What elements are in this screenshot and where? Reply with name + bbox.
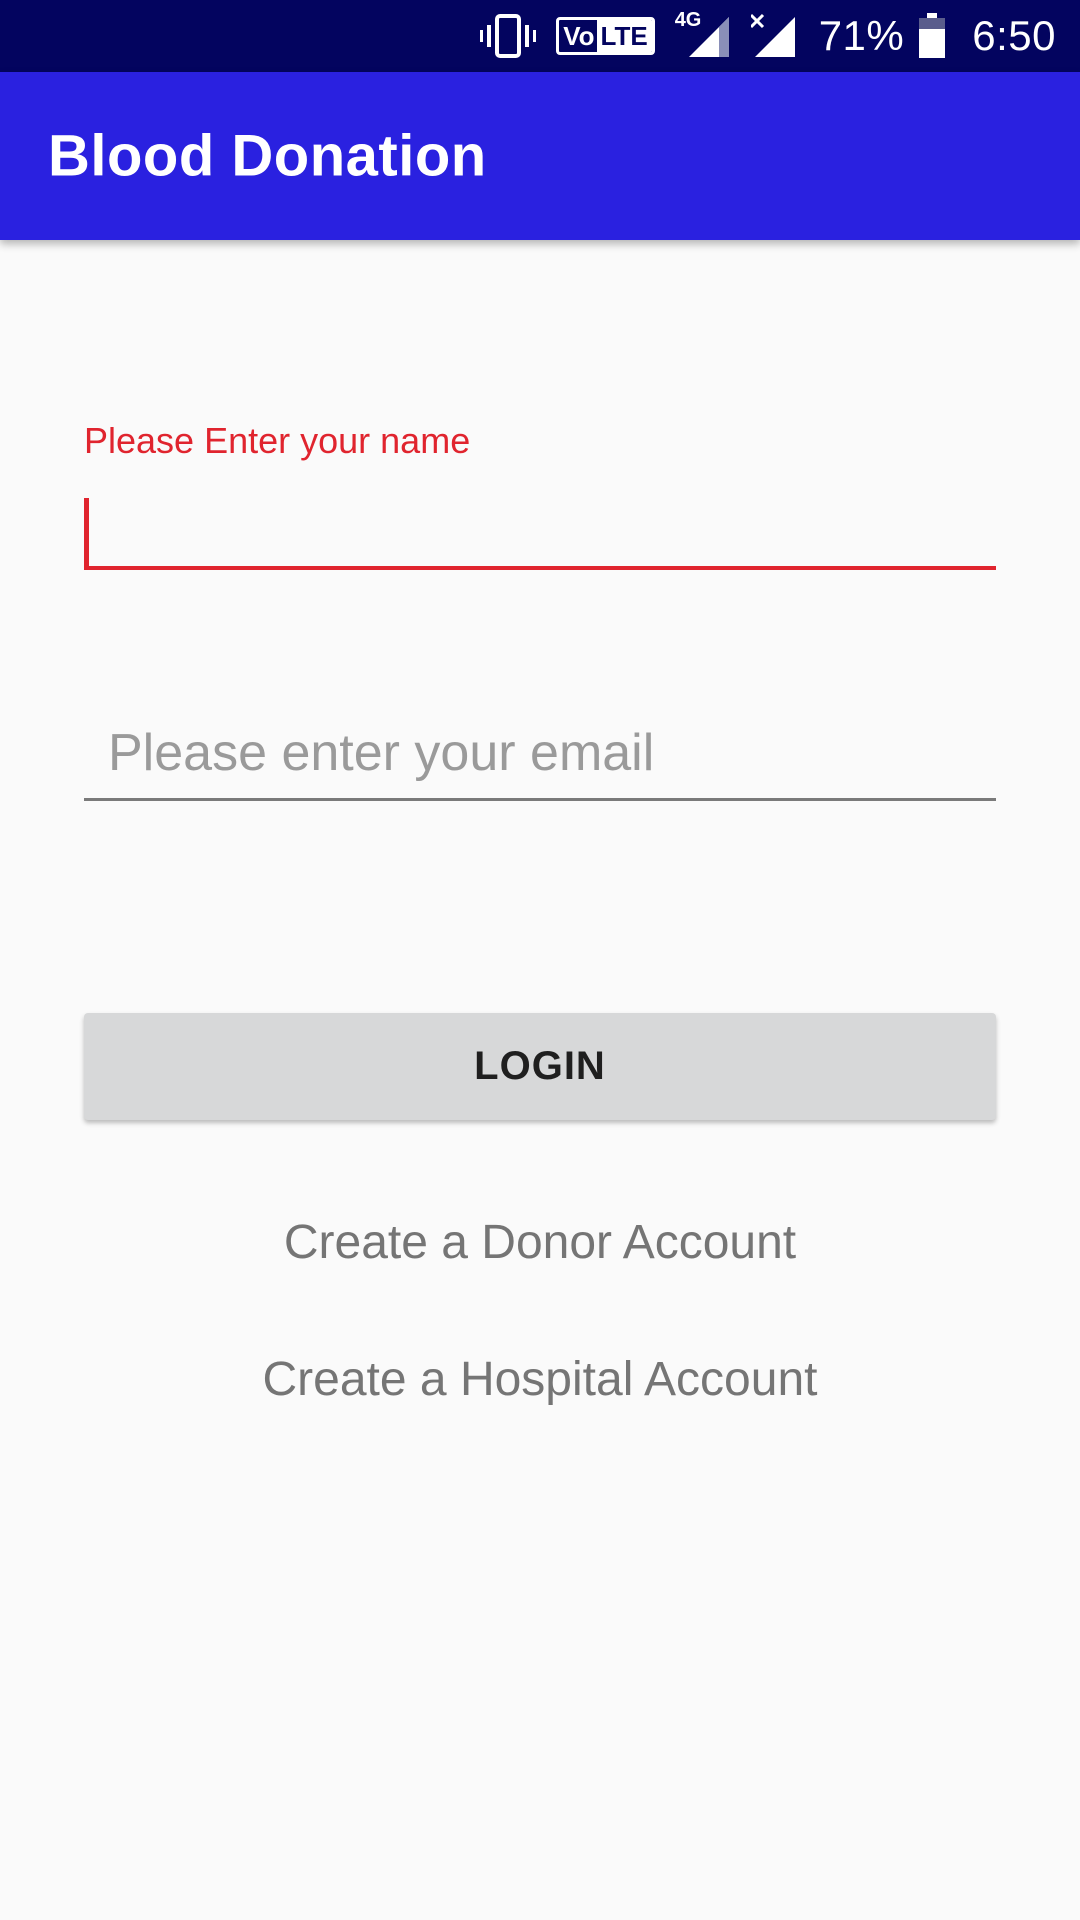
- name-field-group: Please Enter your name: [84, 420, 996, 570]
- volte-left-text: Vo: [563, 21, 595, 51]
- signal-no-data-icon: [750, 13, 797, 59]
- clock: 6:50: [972, 12, 1056, 59]
- name-input[interactable]: [84, 484, 996, 566]
- create-donor-account-link[interactable]: Create a Donor Account: [0, 1215, 1080, 1270]
- app-title: Blood Donation: [48, 123, 487, 189]
- email-field[interactable]: [84, 708, 996, 801]
- signal-4g-icon: 4G: [675, 9, 731, 59]
- battery-icon: [918, 13, 946, 59]
- login-button[interactable]: LOGIN: [84, 1013, 996, 1120]
- volte-right-text: LTE: [596, 20, 652, 52]
- name-field-label: Please Enter your name: [84, 420, 471, 461]
- create-hospital-account-link[interactable]: Create a Hospital Account: [0, 1352, 1080, 1407]
- status-bar: Vo LTE 4G 71% 6:50: [0, 0, 1080, 72]
- email-field-group: [84, 708, 996, 801]
- battery-percent: 71%: [818, 12, 905, 59]
- app-bar: Blood Donation: [0, 72, 1080, 240]
- volte-icon: Vo LTE: [556, 17, 655, 55]
- name-field[interactable]: [84, 484, 996, 570]
- vibrate-icon: [480, 13, 537, 59]
- email-input[interactable]: [84, 708, 996, 798]
- network-type-text: 4G: [674, 9, 702, 31]
